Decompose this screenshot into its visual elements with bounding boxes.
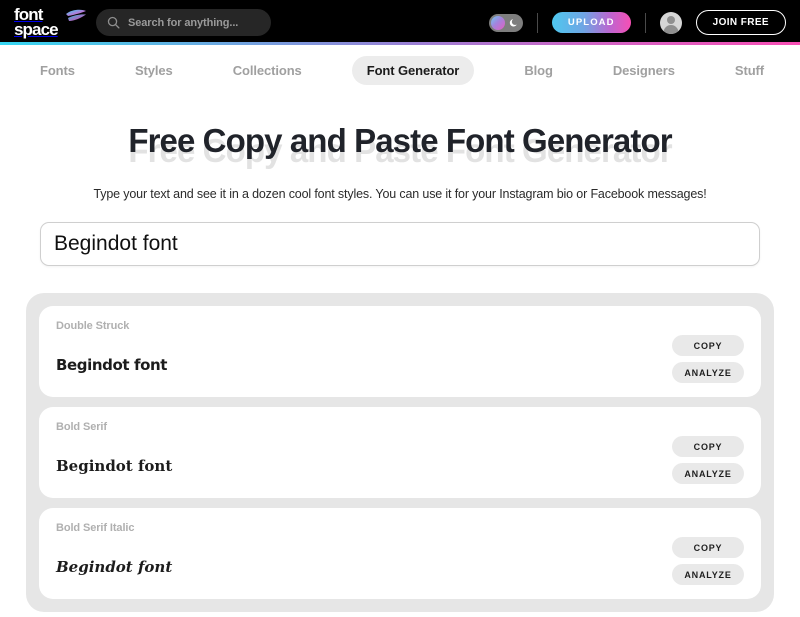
top-header-bar: font space U — [0, 0, 800, 45]
copy-button[interactable]: COPY — [672, 335, 744, 356]
font-card-actions: COPY ANALYZE — [672, 335, 744, 383]
copy-button[interactable]: COPY — [672, 537, 744, 558]
hero-section: Free Copy and Paste Font Generator Free … — [0, 95, 800, 201]
font-preview-text[interactable]: Begindot font — [56, 457, 744, 475]
site-logo[interactable]: font space — [14, 6, 86, 39]
page-subtitle: Type your text and see it in a dozen coo… — [93, 187, 707, 201]
font-card-actions: COPY ANALYZE — [672, 537, 744, 585]
main-navigation: Fonts Styles Collections Font Generator … — [0, 45, 800, 95]
nav-item-designers[interactable]: Designers — [603, 56, 685, 85]
header-divider-2 — [644, 12, 646, 33]
font-card: Bold Serif Italic Begindot font COPY ANA… — [39, 508, 761, 599]
search-input[interactable] — [128, 16, 260, 29]
font-style-name: Double Struck — [56, 320, 130, 332]
font-style-name: Bold Serif Italic — [56, 522, 135, 534]
font-style-name: Bold Serif — [56, 421, 107, 433]
theme-toggle-knob — [490, 15, 505, 30]
logo-text-line2: space — [14, 19, 59, 39]
moon-icon — [509, 18, 517, 26]
header-actions: UPLOAD JOIN FREE — [488, 10, 786, 35]
logo-swoosh-icon — [66, 9, 86, 21]
search-box[interactable] — [96, 9, 271, 36]
copy-button[interactable]: COPY — [672, 436, 744, 457]
page-title-wrapper: Free Copy and Paste Font Generator Free … — [0, 121, 800, 169]
page-title: Free Copy and Paste Font Generator — [128, 122, 672, 159]
analyze-button[interactable]: ANALYZE — [672, 463, 744, 484]
font-card: Double Struck Begindot font COPY ANALYZE — [39, 306, 761, 397]
header-divider-1 — [536, 12, 538, 33]
generator-input-wrapper — [0, 201, 800, 266]
nav-item-styles[interactable]: Styles — [125, 56, 183, 85]
nav-item-fonts[interactable]: Fonts — [30, 56, 85, 85]
avatar[interactable] — [659, 11, 682, 34]
nav-item-collections[interactable]: Collections — [223, 56, 312, 85]
analyze-button[interactable]: ANALYZE — [672, 362, 744, 383]
nav-item-blog[interactable]: Blog — [514, 56, 562, 85]
avatar-body-icon — [663, 25, 679, 34]
font-preview-text[interactable]: Begindot font — [56, 356, 744, 374]
upload-button[interactable]: UPLOAD — [551, 12, 631, 33]
analyze-button[interactable]: ANALYZE — [672, 564, 744, 585]
font-preview-text[interactable]: Begindot font — [56, 558, 744, 576]
font-card-actions: COPY ANALYZE — [672, 436, 744, 484]
font-results-container: Double Struck Begindot font COPY ANALYZE… — [26, 293, 774, 612]
avatar-head-icon — [666, 15, 675, 24]
generator-text-input[interactable] — [40, 222, 760, 266]
theme-toggle[interactable] — [488, 13, 523, 32]
font-card: Bold Serif Begindot font COPY ANALYZE — [39, 407, 761, 498]
join-free-button[interactable]: JOIN FREE — [695, 10, 786, 35]
header-gradient-divider — [0, 42, 800, 45]
nav-item-font-generator[interactable]: Font Generator — [351, 55, 475, 85]
nav-item-stuff[interactable]: Stuff — [725, 56, 774, 85]
search-icon — [107, 16, 120, 29]
